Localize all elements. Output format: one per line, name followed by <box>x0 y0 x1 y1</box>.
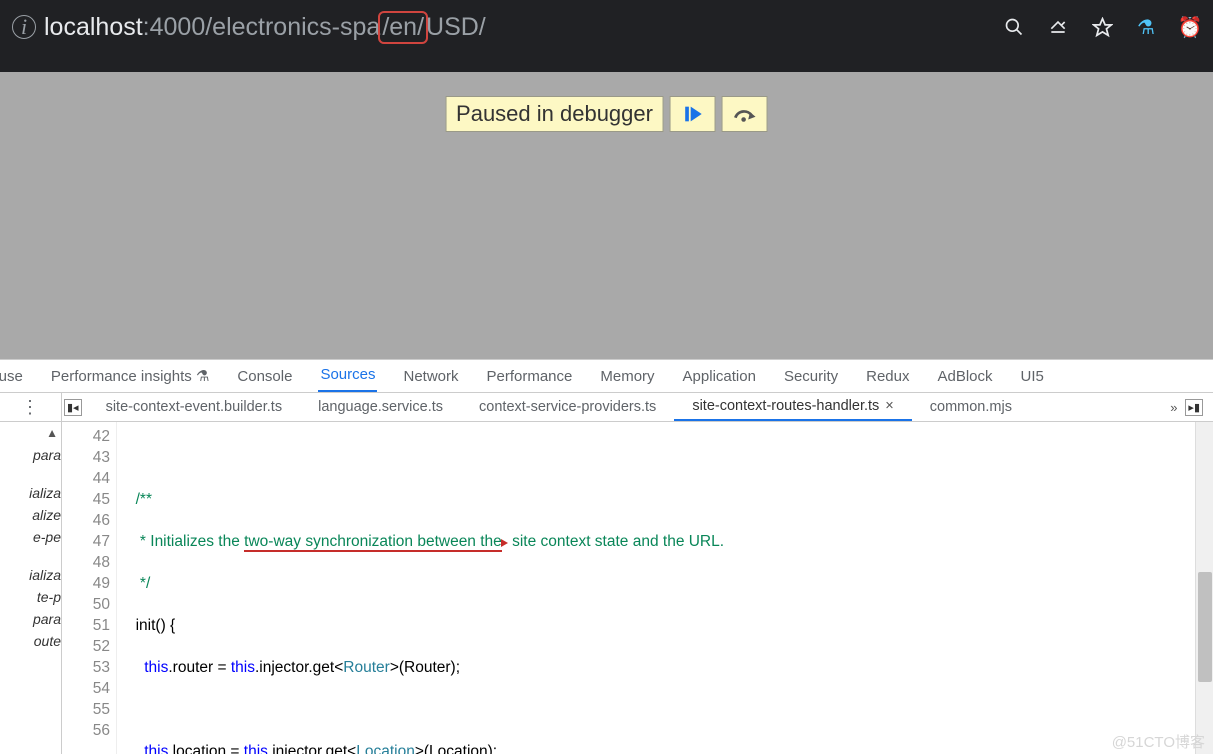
devtools-tab-memory[interactable]: Memory <box>598 361 656 392</box>
extension-icon-1[interactable]: ⚗ <box>1135 16 1157 38</box>
devtools-tab-ui5[interactable]: UI5 <box>1019 361 1046 392</box>
devtools-tab-redux[interactable]: Redux <box>864 361 911 392</box>
navigator-item[interactable]: para <box>0 608 61 630</box>
site-info-icon[interactable]: i <box>12 15 36 39</box>
devtools-tab-performance[interactable]: Performance <box>485 361 575 392</box>
devtools-tab-lighthouse[interactable]: house <box>0 361 25 392</box>
more-tabs-icon[interactable]: » <box>1170 400 1177 415</box>
debugger-step-over-button[interactable] <box>722 96 768 132</box>
page-content-area: Paused in debugger <box>0 72 1213 359</box>
devtools-navigator-pane[interactable]: ⋮ ▲ para ializa alize e-pe ializa te-p p… <box>0 393 62 754</box>
file-tab-bar: ▮◂ site-context-event.builder.ts languag… <box>62 393 1213 422</box>
bookmark-star-icon[interactable] <box>1091 16 1113 38</box>
extension-icon-2[interactable]: ⏰ <box>1179 16 1201 38</box>
beaker-icon: ⚗ <box>196 368 209 385</box>
devtools-tab-network[interactable]: Network <box>401 361 460 392</box>
navigator-item[interactable]: para <box>0 444 61 466</box>
file-tab[interactable]: context-service-providers.ts <box>461 394 674 420</box>
url-path-1: :4000/electronics-spa <box>143 15 381 40</box>
source-code-editor[interactable]: 424344454647484950515253545556 /** * Ini… <box>62 422 1213 754</box>
line-number-gutter: 424344454647484950515253545556 <box>62 422 117 754</box>
navigator-item[interactable]: te-p <box>0 586 61 608</box>
source-code-lines: /** * Initializes the two-way synchroniz… <box>117 422 1213 754</box>
file-tab[interactable]: language.service.ts <box>300 394 461 420</box>
file-tab-active[interactable]: site-context-routes-handler.ts× <box>674 393 911 421</box>
devtools-tab-application[interactable]: Application <box>681 361 758 392</box>
more-options-icon[interactable]: ⋮ <box>21 397 40 418</box>
vertical-scrollbar[interactable] <box>1195 422 1213 754</box>
url-highlighted-segment: /en/ <box>378 11 428 44</box>
scroll-up-icon[interactable]: ▲ <box>46 426 58 440</box>
search-icon[interactable] <box>1003 16 1025 38</box>
browser-address-bar: i localhost :4000/electronics-spa /en/ U… <box>0 0 1213 72</box>
navigator-item[interactable]: oute <box>0 630 61 652</box>
url-display[interactable]: localhost :4000/electronics-spa /en/ USD… <box>44 11 486 44</box>
debugger-paused-label: Paused in debugger <box>445 96 664 132</box>
toggle-navigator-icon[interactable]: ▮◂ <box>64 399 82 416</box>
debugger-paused-banner: Paused in debugger <box>445 96 768 132</box>
devtools-tab-security[interactable]: Security <box>782 361 840 392</box>
toggle-debugger-icon[interactable]: ▸▮ <box>1185 399 1203 416</box>
devtools-tab-sources[interactable]: Sources <box>318 359 377 392</box>
close-tab-icon[interactable]: × <box>885 398 893 414</box>
devtools-tab-console[interactable]: Console <box>235 361 294 392</box>
scrollbar-thumb[interactable] <box>1198 572 1212 682</box>
url-host: localhost <box>44 15 143 40</box>
share-icon[interactable] <box>1047 16 1069 38</box>
devtools-tab-performance-insights[interactable]: Performance insights ⚗ <box>49 360 212 392</box>
navigator-item[interactable]: alize <box>0 504 61 526</box>
devtools-tab-bar: house Performance insights ⚗ Console Sou… <box>0 360 1213 393</box>
url-path-2: USD/ <box>426 15 486 40</box>
navigator-item[interactable]: ializa <box>0 564 61 586</box>
navigator-item[interactable]: e-pe <box>0 526 61 548</box>
navigator-file-list: para ializa alize e-pe ializa te-p para … <box>0 422 61 652</box>
navigator-item[interactable]: ializa <box>0 482 61 504</box>
file-tab[interactable]: site-context-event.builder.ts <box>88 394 301 420</box>
debugger-resume-button[interactable] <box>670 96 716 132</box>
devtools-tab-adblock[interactable]: AdBlock <box>935 361 994 392</box>
file-tab[interactable]: common.mjs <box>912 394 1030 420</box>
devtools-panel: house Performance insights ⚗ Console Sou… <box>0 359 1213 754</box>
